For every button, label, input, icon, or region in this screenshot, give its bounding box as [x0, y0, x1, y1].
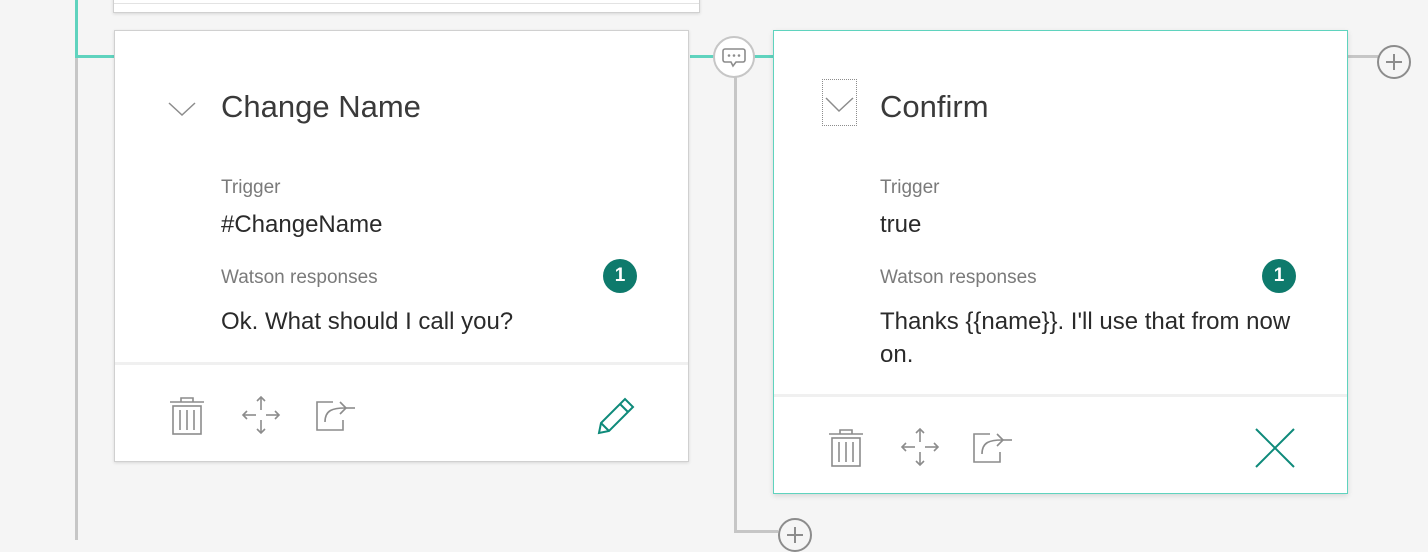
- tree-vertical-line-highlight: [75, 0, 78, 58]
- sibling-connector-left: [690, 55, 714, 58]
- jump-to-icon[interactable]: [315, 396, 357, 434]
- trigger-label: Trigger: [221, 177, 281, 198]
- previous-node-card[interactable]: [113, 0, 700, 13]
- branch-connector: [75, 55, 115, 58]
- chat-bubble-icon[interactable]: [713, 36, 755, 78]
- move-icon[interactable]: [240, 394, 282, 436]
- child-connector-vertical: [734, 75, 737, 532]
- responses-count-badge: 1: [603, 259, 637, 293]
- jump-to-icon[interactable]: [972, 428, 1014, 466]
- add-node-icon[interactable]: [1377, 45, 1411, 79]
- trigger-value: true: [880, 211, 922, 238]
- chevron-down-icon[interactable]: [167, 99, 197, 119]
- close-icon[interactable]: [1254, 427, 1296, 469]
- responses-label: Watson responses: [221, 267, 378, 288]
- move-icon[interactable]: [899, 426, 941, 468]
- add-child-node-icon[interactable]: [778, 518, 812, 552]
- trash-icon[interactable]: [167, 396, 207, 436]
- footer-divider: [115, 362, 688, 365]
- tree-vertical-line: [75, 0, 78, 540]
- trigger-label: Trigger: [880, 177, 940, 198]
- responses-label: Watson responses: [880, 267, 1037, 288]
- trigger-value: #ChangeName: [221, 211, 383, 238]
- add-connector: [1348, 55, 1378, 58]
- edit-icon[interactable]: [595, 395, 637, 437]
- node-title[interactable]: Change Name: [221, 89, 421, 125]
- sibling-connector-right: [754, 55, 774, 58]
- response-text: Ok. What should I call you?: [221, 308, 514, 335]
- node-title[interactable]: Confirm: [880, 89, 989, 125]
- chevron-down-icon[interactable]: [822, 79, 857, 126]
- dialog-node-confirm[interactable]: Confirm Trigger true Watson responses 1 …: [773, 30, 1348, 494]
- footer-divider: [774, 394, 1347, 397]
- response-text: Thanks {{name}}. I'll use that from now …: [880, 308, 1291, 368]
- trash-icon[interactable]: [826, 428, 866, 468]
- responses-count-badge: 1: [1262, 259, 1296, 293]
- child-connector-horizontal: [734, 530, 778, 533]
- dialog-node-change-name[interactable]: Change Name Trigger #ChangeName Watson r…: [114, 30, 689, 462]
